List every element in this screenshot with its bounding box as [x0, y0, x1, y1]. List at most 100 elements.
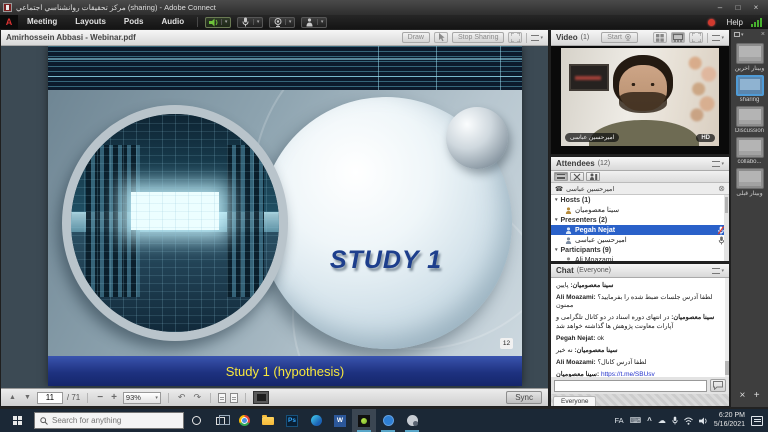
share-pod: Amirhossein Abbasi - Webinar.pdf Draw St… [0, 29, 549, 407]
fit-width-icon[interactable] [230, 393, 238, 403]
layout-item-collaboration[interactable]: collabo... [731, 134, 768, 165]
close-button[interactable]: × [747, 2, 765, 14]
cortana-button[interactable] [184, 409, 208, 432]
grid-view-icon[interactable] [653, 32, 667, 43]
attendee-row-participant[interactable]: Ali Moazami [551, 255, 729, 261]
file-explorer-button[interactable] [256, 409, 280, 432]
collapse-icon: ▾ [555, 197, 558, 203]
adobe-connect-taskbar-button[interactable] [352, 409, 376, 432]
search-input[interactable] [52, 416, 172, 425]
layouts-menu-icon[interactable]: ▾ [734, 32, 744, 38]
webcam-feed[interactable]: امیرحسین عباسی HD [561, 48, 719, 146]
attendee-list-view-button[interactable] [554, 172, 568, 181]
browser-app-button[interactable] [376, 409, 400, 432]
show-hidden-icons-chevron[interactable]: ^ [647, 416, 652, 426]
network-icon[interactable] [684, 417, 693, 425]
language-indicator[interactable]: FA [614, 416, 623, 426]
onedrive-cloud-icon[interactable]: ☁ [658, 416, 666, 426]
photoshop-button[interactable]: Ps [280, 409, 304, 432]
microphone-caret-icon[interactable]: ▾ [253, 19, 262, 25]
taskbar-clock[interactable]: 6:20 PM 5/16/2021 [714, 412, 745, 429]
volume-icon[interactable] [699, 417, 708, 425]
wall-decoration [685, 52, 719, 126]
menu-pods[interactable]: Pods [115, 15, 153, 29]
chat-message: Ali Moazami: لطفا آدرس جلسات ضبط شده را … [556, 294, 721, 310]
layout-item-discussion[interactable]: Discussion [731, 103, 768, 134]
attendee-row-host[interactable]: سینا معصومیان [551, 205, 729, 215]
zoom-out-button[interactable]: − [95, 392, 105, 403]
tray-microphone-icon[interactable] [672, 416, 678, 425]
attendees-pod-menu-icon[interactable]: ▾ [712, 161, 724, 167]
minimize-button[interactable]: – [711, 2, 729, 14]
chat-input-row [551, 377, 729, 394]
video-fullscreen-icon[interactable] [689, 32, 703, 43]
adobe-logo-icon[interactable]: A [0, 15, 18, 29]
speaker-caret-icon[interactable]: ▾ [221, 19, 230, 25]
video-pod-menu-icon[interactable]: ▾ [712, 35, 724, 41]
notification-center-icon[interactable] [751, 416, 763, 426]
video-stage: امیرحسین عباسی HD [551, 46, 729, 154]
word-button[interactable]: W [328, 409, 352, 432]
zoom-in-button[interactable]: + [109, 392, 119, 403]
attendee-row-presenter[interactable]: امیرحسین عباسی [551, 235, 729, 245]
raise-hand-button[interactable]: ▾ [301, 17, 327, 28]
hosts-group-header[interactable]: ▾ Hosts (1) [551, 195, 729, 205]
zoom-level-select[interactable]: 93% ▾ [123, 392, 161, 404]
fit-page-icon[interactable] [218, 393, 226, 403]
stop-sharing-button[interactable]: Stop Sharing [452, 32, 504, 43]
presenters-group-header[interactable]: ▾ Presenters (2) [551, 215, 729, 225]
dismiss-speaker-icon[interactable]: ⊗ [718, 185, 725, 193]
taskbar-search-box[interactable] [34, 412, 184, 429]
pointer-tool-button[interactable] [434, 32, 448, 43]
connection-signal-icon[interactable] [751, 18, 762, 27]
attendee-row-presenter-selected[interactable]: Pegah Nejat [551, 225, 729, 235]
chat-input[interactable] [554, 380, 707, 392]
edge-button[interactable] [304, 409, 328, 432]
webcam-button[interactable]: ▾ [269, 17, 295, 28]
start-webcam-button[interactable]: Start [601, 32, 638, 43]
participants-group-header[interactable]: ▾ Participants (9) [551, 245, 729, 255]
layout-options-icon[interactable]: × [739, 390, 745, 401]
adobe-connect-icon [358, 415, 370, 427]
help-menu[interactable]: Help [721, 18, 749, 27]
rotate-left-button[interactable]: ↶ [176, 392, 188, 403]
attendees-scrollbar[interactable] [724, 195, 729, 261]
tab-everyone[interactable]: Everyone [553, 396, 596, 406]
speaker-button[interactable]: ▾ [205, 17, 231, 28]
layouts-close-icon[interactable]: × [761, 31, 765, 38]
sync-button[interactable]: Sync [506, 391, 542, 404]
layout-item-sharing[interactable]: sharing [731, 72, 768, 103]
filmstrip-view-icon[interactable] [671, 32, 685, 43]
chrome-button[interactable] [232, 409, 256, 432]
menu-layouts[interactable]: Layouts [66, 15, 115, 29]
layout-item-5[interactable]: وبینار قبلی [731, 165, 768, 197]
share-pod-menu-icon[interactable]: ▾ [531, 35, 543, 41]
menu-audio[interactable]: Audio [152, 15, 193, 29]
draw-button[interactable]: Draw [402, 32, 430, 43]
chat-scrollbar[interactable] [725, 278, 729, 377]
layout-item-1[interactable]: وبینار آخرین [731, 40, 768, 72]
app-button[interactable] [400, 409, 424, 432]
layouts-panel: ▾ × وبینار آخرین sharing Discussion coll… [730, 29, 768, 407]
previous-page-button[interactable]: ▲ [7, 394, 18, 401]
start-button[interactable] [0, 409, 34, 432]
next-page-button[interactable]: ▼ [22, 394, 33, 401]
send-message-button[interactable] [710, 379, 726, 392]
page-number-input[interactable] [37, 392, 63, 404]
raise-hand-caret-icon[interactable]: ▾ [317, 19, 326, 25]
maximize-button[interactable]: □ [729, 2, 747, 14]
add-layout-icon[interactable]: + [754, 390, 760, 401]
webcam-caret-icon[interactable]: ▾ [285, 19, 294, 25]
microphone-button[interactable]: ▾ [237, 17, 263, 28]
breakout-view-button[interactable] [570, 172, 584, 181]
slide-thumbnail-toggle[interactable] [253, 391, 269, 404]
status-view-button[interactable] [586, 172, 600, 181]
fullscreen-icon[interactable] [508, 32, 522, 43]
slide-corner-badge: 12 [500, 338, 513, 349]
layout-label: وبینار قبلی [736, 190, 762, 197]
chat-pod-menu-icon[interactable]: ▾ [712, 268, 724, 274]
keyboard-icon[interactable]: ⌨ [630, 416, 642, 426]
task-view-button[interactable] [208, 409, 232, 432]
rotate-right-button[interactable]: ↷ [191, 392, 203, 403]
menu-meeting[interactable]: Meeting [18, 15, 66, 29]
